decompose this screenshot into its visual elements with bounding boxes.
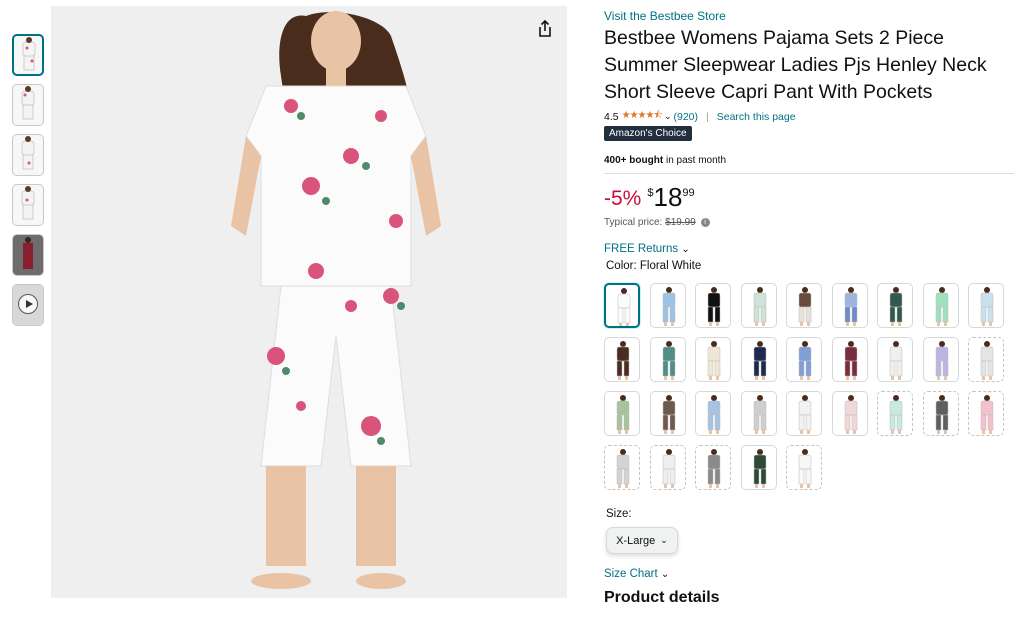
color-swatch[interactable]: [968, 391, 1004, 436]
color-swatch[interactable]: [786, 445, 822, 490]
color-swatch[interactable]: [695, 283, 731, 328]
free-returns-label: FREE Returns: [604, 243, 679, 255]
product-title: Bestbee Womens Pajama Sets 2 Piece Summe…: [604, 27, 987, 103]
price-whole: 18: [653, 182, 683, 212]
rating-row: 4.5 ★★★★⯪ ⌄ (920) | Search this page: [604, 108, 796, 125]
color-value: Floral White: [639, 260, 702, 272]
thumbnail-video[interactable]: [12, 284, 44, 326]
chevron-down-icon: ⌄: [660, 535, 668, 545]
thumbnail-3[interactable]: [12, 134, 44, 176]
search-page-link[interactable]: Search this page: [717, 111, 796, 123]
color-label-prefix: Color:: [606, 260, 640, 272]
color-swatch[interactable]: [786, 337, 822, 382]
color-swatch[interactable]: [604, 283, 640, 328]
color-swatch[interactable]: [831, 337, 868, 382]
color-swatch[interactable]: [922, 337, 959, 382]
color-swatch[interactable]: [604, 445, 640, 490]
color-swatch[interactable]: [922, 283, 959, 328]
color-swatch[interactable]: [695, 391, 731, 436]
color-swatch[interactable]: [968, 337, 1004, 382]
ratings-count-link[interactable]: (920): [674, 111, 699, 123]
color-swatch[interactable]: [831, 391, 868, 436]
size-chart-link[interactable]: Size Chart ⌄: [604, 568, 669, 580]
chevron-down-icon[interactable]: ⌄: [664, 111, 672, 122]
main-product-image[interactable]: [51, 6, 567, 598]
color-swatch[interactable]: [604, 337, 640, 382]
color-swatch[interactable]: [604, 391, 640, 436]
thumbnail-5[interactable]: [12, 234, 44, 276]
chevron-down-icon: ⌄: [660, 569, 670, 580]
typical-price-value: $19.99: [665, 217, 696, 228]
thumbnail-4[interactable]: [12, 184, 44, 226]
color-swatch[interactable]: [740, 283, 777, 328]
thumbnail-1[interactable]: [12, 34, 44, 76]
thumbnail-2[interactable]: [12, 84, 44, 126]
discount-percent: -5%: [604, 187, 642, 210]
color-swatch[interactable]: [740, 445, 777, 490]
color-swatch[interactable]: [877, 337, 913, 382]
color-swatch[interactable]: [695, 445, 731, 490]
typical-price: Typical price: $19.99 i: [604, 217, 710, 228]
typical-price-label: Typical price:: [604, 217, 666, 228]
rating-value: 4.5: [604, 110, 619, 123]
star-rating-icon[interactable]: ★★★★⯪: [622, 108, 663, 125]
thumbnail-strip: [12, 34, 46, 334]
bought-period: in past month: [663, 155, 726, 166]
color-swatch[interactable]: [649, 391, 686, 436]
size-value: X-Large: [616, 534, 656, 547]
badge-prefix: Amazon's: [609, 128, 653, 139]
color-label: Color: Floral White: [606, 260, 701, 272]
size-label: Size:: [606, 508, 632, 520]
size-dropdown[interactable]: X-Large ⌄: [606, 527, 678, 554]
color-swatch[interactable]: [649, 445, 686, 490]
color-swatch[interactable]: [740, 391, 777, 436]
store-link[interactable]: Visit the Bestbee Store: [604, 9, 726, 23]
bought-count: 400+ bought: [604, 155, 664, 166]
info-icon[interactable]: i: [700, 217, 710, 227]
chevron-down-icon: ⌄: [681, 244, 690, 255]
bought-info: 400+ bought in past month: [604, 155, 726, 166]
color-swatch[interactable]: [695, 337, 731, 382]
price-fraction: 99: [682, 187, 695, 199]
share-icon[interactable]: [534, 18, 556, 40]
color-swatch[interactable]: [877, 391, 913, 436]
price-row: -5% $ 18 99: [604, 184, 695, 211]
color-swatch[interactable]: [649, 283, 686, 328]
section-divider: [604, 173, 1014, 174]
color-swatch[interactable]: [649, 337, 686, 382]
free-returns-link[interactable]: FREE Returns ⌄: [604, 243, 690, 255]
amazons-choice-badge: Amazon's Choice: [604, 126, 692, 141]
size-chart-label: Size Chart: [604, 568, 658, 580]
color-swatch[interactable]: [877, 283, 913, 328]
badge-suffix: Choice: [652, 128, 687, 139]
divider: |: [706, 110, 709, 123]
product-details-heading: Product details: [604, 589, 720, 606]
color-swatch[interactable]: [922, 391, 959, 436]
play-icon: [18, 294, 38, 314]
color-swatch[interactable]: [831, 283, 868, 328]
color-swatch[interactable]: [786, 391, 822, 436]
color-swatch[interactable]: [968, 283, 1004, 328]
color-swatch[interactable]: [786, 283, 822, 328]
color-swatch[interactable]: [740, 337, 777, 382]
